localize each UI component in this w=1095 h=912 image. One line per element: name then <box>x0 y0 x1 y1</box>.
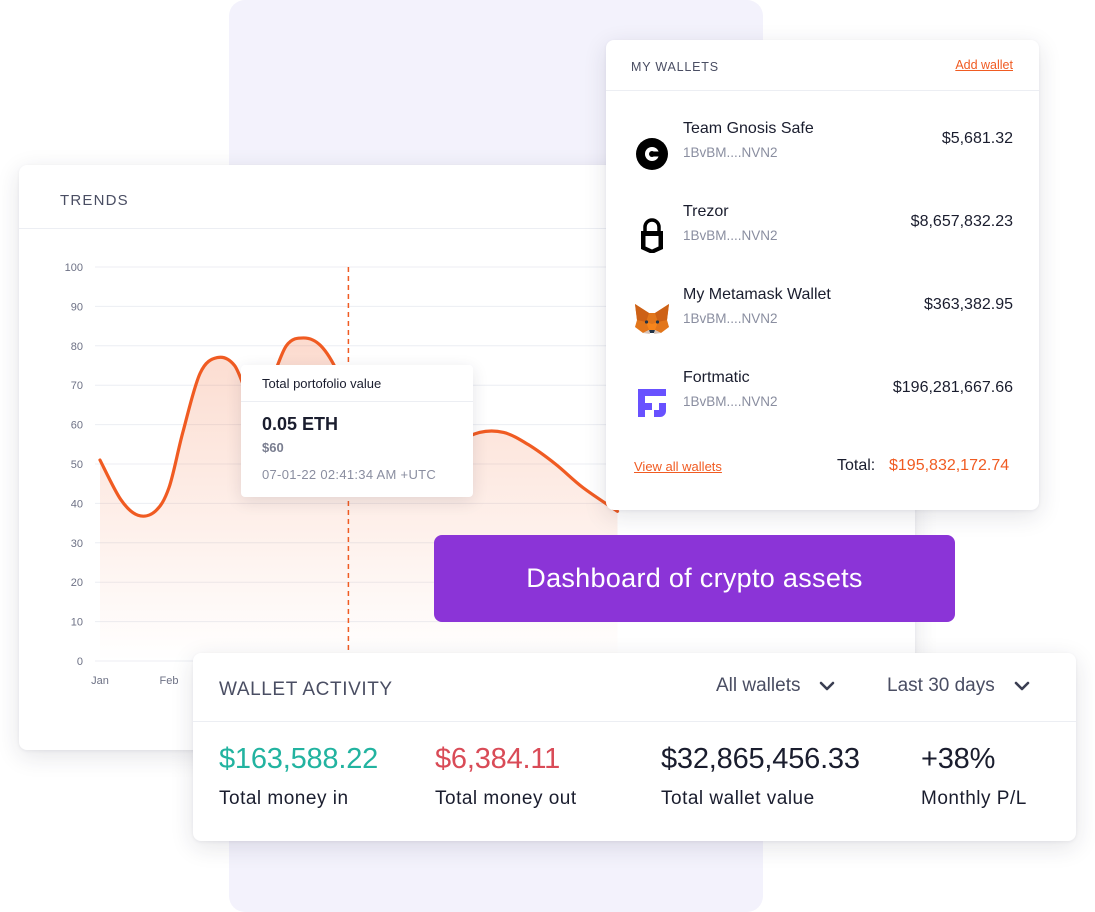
wallet-row[interactable]: Team Gnosis Safe 1BvBM....NVN2 $5,681.32 <box>606 120 1039 180</box>
stat-label: Total money out <box>435 788 577 809</box>
y-tick-label: 60 <box>71 420 83 432</box>
wallet-name: Fortmatic <box>683 369 750 386</box>
wallet-address: 1BvBM....NVN2 <box>683 228 778 243</box>
y-tick-label: 80 <box>71 341 83 353</box>
x-tick-label: Feb <box>160 675 179 687</box>
y-tick-label: 100 <box>65 262 83 274</box>
dashboard-banner: Dashboard of crypto assets <box>434 535 955 622</box>
stat-monthly-pl: +38% Monthly P/L <box>921 743 1027 810</box>
y-tick-label: 0 <box>77 656 83 668</box>
wallet-row[interactable]: Trezor 1BvBM....NVN2 $8,657,832.23 <box>606 203 1039 263</box>
wallet-name: My Metamask Wallet <box>683 286 831 303</box>
wallet-row[interactable]: My Metamask Wallet 1BvBM....NVN2 $363,38… <box>606 286 1039 346</box>
add-wallet-link[interactable]: Add wallet <box>955 58 1013 72</box>
stat-label: Monthly P/L <box>921 788 1027 809</box>
wallets-filter-dropdown[interactable]: All wallets <box>716 675 836 697</box>
activity-title: WALLET ACTIVITY <box>219 679 393 700</box>
wallet-address: 1BvBM....NVN2 <box>683 145 778 160</box>
chevron-down-icon <box>1014 681 1030 691</box>
wallet-value: $8,657,832.23 <box>910 213 1013 230</box>
period-filter-dropdown[interactable]: Last 30 days <box>887 675 1031 697</box>
stat-money-out: $6,384.11 Total money out <box>435 743 577 810</box>
tooltip-timestamp: 07-01-22 02:41:34 AM +UTC <box>262 467 437 482</box>
stat-value: $6,384.11 <box>435 743 561 775</box>
wallet-activity-card: WALLET ACTIVITY All wallets Last 30 days… <box>193 653 1076 841</box>
y-tick-label: 50 <box>71 459 83 471</box>
fortmatic-icon <box>638 389 666 417</box>
tooltip-usd-value: $60 <box>262 440 284 455</box>
divider <box>193 721 1076 722</box>
chevron-down-icon <box>820 681 835 691</box>
x-tick-label: Jan <box>91 675 109 687</box>
view-all-wallets-link[interactable]: View all wallets <box>634 459 722 474</box>
stat-value: +38% <box>921 743 996 775</box>
stat-value: $163,588.22 <box>219 743 379 775</box>
y-tick-label: 30 <box>71 538 83 550</box>
total-value: $195,832,172.74 <box>889 457 1010 474</box>
fox-icon <box>635 304 669 334</box>
wallets-filter-label: All wallets <box>716 675 801 696</box>
divider <box>241 401 473 402</box>
wallet-value: $5,681.32 <box>941 130 1013 147</box>
portfolio-tooltip: Total portofolio value 0.05 ETH $60 07-0… <box>241 365 473 497</box>
y-tick-label: 40 <box>71 498 83 510</box>
divider <box>606 90 1039 91</box>
tooltip-title: Total portofolio value <box>262 376 382 391</box>
y-tick-label: 70 <box>71 380 83 392</box>
lock-icon <box>641 218 663 253</box>
y-tick-label: 10 <box>71 617 83 629</box>
stat-money-in: $163,588.22 Total money in <box>219 743 378 810</box>
wallet-value: $363,382.95 <box>924 296 1013 313</box>
stat-value: $32,865,456.33 <box>661 743 860 775</box>
period-filter-label: Last 30 days <box>887 675 995 696</box>
stat-label: Total money in <box>219 788 349 809</box>
stat-wallet-value: $32,865,456.33 Total wallet value <box>661 743 860 810</box>
wallet-value: $196,281,667.66 <box>892 379 1013 396</box>
total-label: Total: <box>837 457 876 474</box>
tooltip-eth-value: 0.05 ETH <box>262 414 339 434</box>
wallet-address: 1BvBM....NVN2 <box>683 394 778 409</box>
y-tick-label: 20 <box>71 577 83 589</box>
wallet-name: Team Gnosis Safe <box>683 120 814 137</box>
y-tick-label: 90 <box>71 301 83 313</box>
my-wallets-card: MY WALLETS Add wallet Team Gnosis Safe 1… <box>606 40 1039 510</box>
gnosis-icon <box>636 138 668 170</box>
stat-label: Total wallet value <box>661 788 815 809</box>
wallet-row[interactable]: Fortmatic 1BvBM....NVN2 $196,281,667.66 <box>606 369 1039 429</box>
wallets-title: MY WALLETS <box>631 60 719 74</box>
wallet-address: 1BvBM....NVN2 <box>683 311 778 326</box>
wallet-name: Trezor <box>683 203 729 220</box>
